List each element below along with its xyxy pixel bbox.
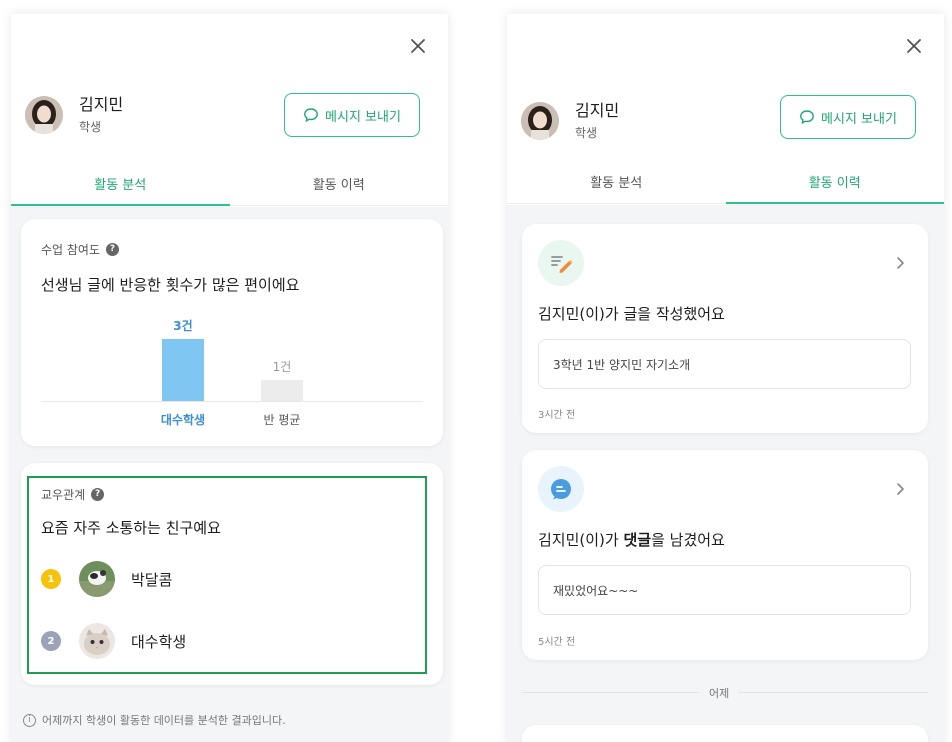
chart-category-label: 대수학생 [160,413,206,427]
student-name: 김지민 [79,95,124,114]
activity-history-panel: 김지민 학생 메시지 보내기 활동 분석 활동 이력 김지민(이)가 글을 작성… [507,14,944,742]
day-separator-label: 어제 [699,685,740,701]
activity-title-suffix: 을 남겼어요 [651,531,725,549]
student-role: 학생 [575,126,598,140]
chart-category-label: 반 평균 [263,413,301,427]
close-icon[interactable] [406,34,430,58]
content-area: 김지민(이)가 글을 작성했어요 3학년 1반 양지민 자기소개 3시간 전 김… [507,205,944,742]
pencil-note-icon [538,240,584,286]
close-icon[interactable] [902,34,926,58]
tab-activity-history[interactable]: 활동 이력 [230,162,449,205]
activity-title-prefix: 김지민(이)가 [538,531,624,549]
activity-title: 김지민(이)가 글을 작성했어요 [538,305,725,323]
activity-card[interactable]: 김지민(이)가 댓글을 남겼어요 재밌었어요~~~ 5시간 전 [522,450,928,660]
footnote-text: 어제까지 학생이 활동한 데이터를 분석한 결과입니다. [42,714,286,727]
activity-content: 재밌었어요~~~ [538,565,911,615]
avatar [25,95,63,134]
analysis-footnote: i 어제까지 학생이 활동한 데이터를 분석한 결과입니다. [23,712,286,728]
comment-bubble-icon [538,466,584,512]
chart-value-label: 3건 [173,319,193,333]
chat-bubble-icon [304,108,318,123]
tab-activity-history[interactable]: 활동 이력 [725,160,945,204]
send-message-label: 메시지 보내기 [821,111,897,127]
highlight-box [27,476,427,674]
tab-bar: 활동 분석 활동 이력 [507,160,944,204]
avatar [521,101,559,140]
activity-time: 5시간 전 [538,637,576,648]
activity-card[interactable] [522,725,928,742]
student-profile: 김지민 학생 [25,94,123,135]
tab-bar: 활동 분석 활동 이력 [11,162,448,206]
chart-value-label: 1건 [272,360,292,375]
info-icon: i [23,713,36,727]
student-role: 학생 [79,120,102,134]
activity-title: 김지민(이)가 댓글을 남겼어요 [538,529,725,550]
participation-card: 수업 참여도 ? 선생님 글에 반응한 횟수가 많은 편이에요 3건 대수학생 1건… [21,219,443,446]
chevron-right-icon[interactable] [892,481,908,497]
chevron-right-icon[interactable] [892,255,908,271]
student-name: 김지민 [575,101,620,120]
activity-time: 3시간 전 [538,410,576,421]
activity-content: 3학년 1반 양지민 자기소개 [538,339,911,389]
tab-activity-analysis[interactable]: 활동 분석 [507,160,726,203]
activity-card[interactable]: 김지민(이)가 글을 작성했어요 3학년 1반 양지민 자기소개 3시간 전 [522,224,928,433]
send-message-label: 메시지 보내기 [325,109,401,125]
send-message-button[interactable]: 메시지 보내기 [284,93,420,137]
chart-baseline [41,401,423,402]
send-message-button[interactable]: 메시지 보내기 [780,95,916,139]
chart-bar [261,380,303,401]
chat-bubble-icon [800,110,814,125]
chart-bar [162,339,204,401]
tab-activity-analysis[interactable]: 활동 분석 [11,162,230,206]
activity-title-bold: 댓글 [623,531,652,549]
participation-chart: 3건대수학생 1건반 평균 [21,219,443,446]
student-profile: 김지민 학생 [521,100,619,141]
